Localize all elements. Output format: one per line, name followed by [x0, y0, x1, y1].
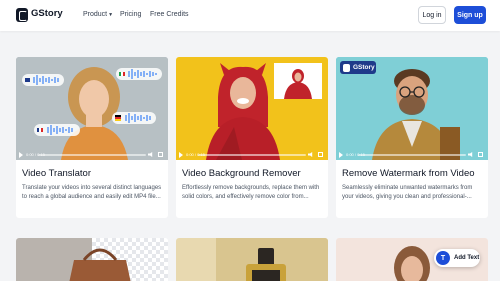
video-controls: 0:00 / 0:15: [16, 150, 168, 160]
nav-pricing[interactable]: Pricing: [120, 11, 141, 18]
nav-product-label: Product: [83, 11, 108, 18]
fullscreen-icon[interactable]: [478, 152, 483, 157]
remove-watermark-thumbnail[interactable]: GStory 0:00 / 0:15: [336, 57, 488, 160]
video-progress-track[interactable]: [198, 154, 306, 156]
volume-icon[interactable]: [468, 152, 473, 157]
top-navigation-bar: GStory Product▼ Pricing Free Credits Log…: [0, 0, 500, 31]
video-progress-track[interactable]: [38, 154, 146, 156]
video-translator-thumbnail[interactable]: 0:00 / 0:15: [16, 57, 168, 160]
video-background-remover-thumbnail[interactable]: 0:00 / 0:15: [176, 57, 328, 160]
gstory-watermark-badge: GStory: [340, 61, 376, 74]
card-description: Translate your videos into several disti…: [22, 185, 162, 200]
volume-icon[interactable]: [148, 152, 153, 157]
nav-free-credits[interactable]: Free Credits: [150, 11, 189, 18]
add-text-button[interactable]: T Add Text: [434, 249, 480, 267]
add-text-label: Add Text: [454, 255, 480, 261]
card-title: Remove Watermark from Video: [342, 168, 475, 179]
watermark-label: GStory: [353, 64, 375, 71]
chevron-down-icon: ▼: [108, 12, 114, 18]
play-icon[interactable]: [19, 152, 23, 158]
card-description: Effortlessly remove backgrounds, replace…: [182, 185, 320, 200]
volume-icon[interactable]: [308, 152, 313, 157]
card-title: Video Translator: [22, 168, 92, 179]
gstory-logo-icon: [343, 63, 350, 72]
fullscreen-icon[interactable]: [318, 152, 323, 157]
card-bottom-1-thumbnail[interactable]: [16, 238, 168, 281]
card-title: Video Background Remover: [182, 168, 301, 179]
card-video-background-remover[interactable]: 0:00 / 0:15 Video Background Remover Eff…: [176, 57, 328, 218]
brand-name[interactable]: GStory: [31, 8, 63, 19]
play-icon[interactable]: [179, 152, 183, 158]
signup-button[interactable]: Sign up: [454, 6, 486, 24]
gstory-logo-icon[interactable]: [16, 8, 28, 22]
video-progress-track[interactable]: [358, 154, 466, 156]
video-controls: 0:00 / 0:15: [176, 150, 328, 160]
play-icon[interactable]: [339, 152, 343, 158]
card-bottom-2-thumbnail[interactable]: [176, 238, 328, 281]
text-icon: T: [436, 251, 450, 265]
card-description: Seamlessly eliminate unwanted watermarks…: [342, 185, 473, 200]
login-button[interactable]: Log in: [418, 6, 446, 24]
video-controls: 0:00 / 0:15: [336, 150, 488, 160]
card-video-translator[interactable]: 0:00 / 0:15 Video Translator Translate y…: [16, 57, 168, 218]
card-remove-watermark[interactable]: GStory 0:00 / 0:15 Remove Watermark from…: [336, 57, 488, 218]
nav-product[interactable]: Product▼: [83, 11, 113, 18]
fullscreen-icon[interactable]: [158, 152, 163, 157]
